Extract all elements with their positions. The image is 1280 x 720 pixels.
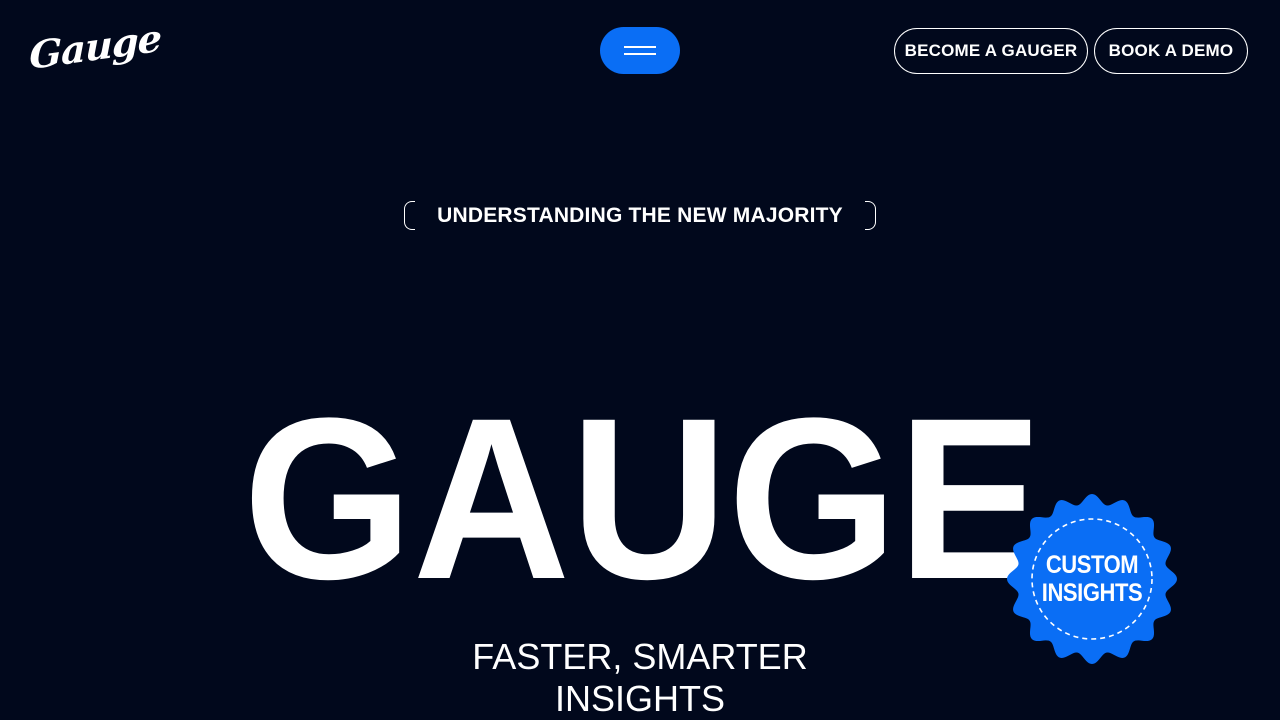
hero-title: GAUGE: [240, 262, 1046, 627]
badge-line-2: INSIGHTS: [1041, 579, 1143, 607]
tagline-line-2: INSIGHTS: [554, 678, 725, 719]
eyebrow-text: UNDERSTANDING THE NEW MAJORITY: [437, 203, 843, 227]
left-bracket-decoration: [404, 201, 415, 230]
tagline-line-1: FASTER, SMARTER: [472, 636, 808, 677]
hero-tagline: FASTER, SMARTER INSIGHTS: [440, 636, 840, 720]
right-bracket-decoration: [865, 201, 876, 230]
book-a-demo-button[interactable]: BOOK A DEMO: [1094, 28, 1248, 74]
custom-insights-badge: CUSTOM INSIGHTS: [1005, 492, 1179, 666]
become-a-gauger-button[interactable]: BECOME A GAUGER: [894, 28, 1088, 74]
gauge-logo[interactable]: Gauge: [29, 13, 161, 81]
menu-button[interactable]: [600, 27, 680, 74]
badge-line-1: CUSTOM: [1045, 551, 1139, 579]
hero-title-text: GAUGE: [243, 370, 1043, 584]
hero-eyebrow: UNDERSTANDING THE NEW MAJORITY: [404, 201, 876, 230]
